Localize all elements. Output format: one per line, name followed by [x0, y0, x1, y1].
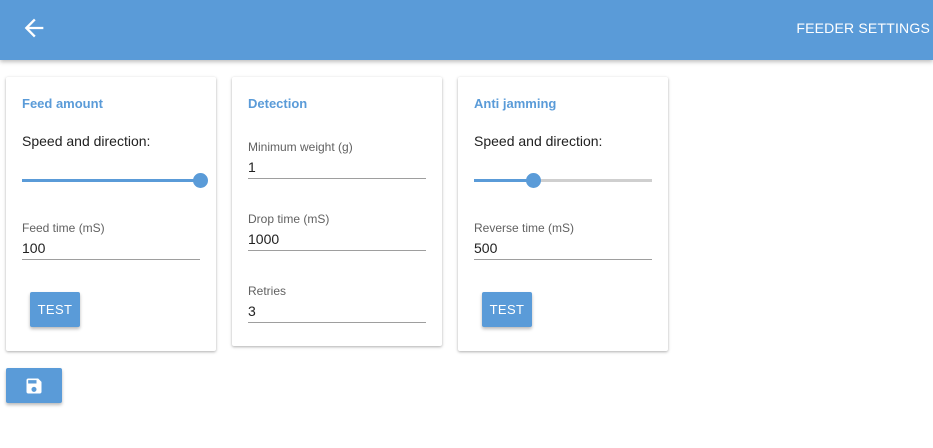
arrow-left-icon — [24, 18, 44, 38]
card-title: Anti jamming — [474, 96, 557, 111]
drop-time-label: Drop time (mS) — [248, 212, 330, 226]
speed-direction-label: Speed and direction: — [22, 133, 151, 149]
feed-test-button[interactable]: TEST — [30, 292, 80, 327]
feed-time-field: Feed time (mS) — [22, 221, 200, 265]
slider-fill — [474, 179, 533, 182]
minimum-weight-input[interactable] — [248, 156, 426, 179]
reverse-time-field: Reverse time (mS) — [474, 221, 652, 265]
retries-input[interactable] — [248, 300, 426, 323]
reverse-time-input[interactable] — [474, 237, 652, 260]
card-title: Detection — [248, 96, 308, 111]
slider-thumb[interactable] — [525, 173, 541, 188]
minimum-weight-label: Minimum weight (g) — [248, 140, 353, 154]
save-button[interactable] — [6, 368, 62, 403]
anti-jam-test-button[interactable]: TEST — [482, 292, 532, 327]
slider-thumb[interactable] — [193, 173, 208, 188]
card-title: Feed amount — [22, 96, 103, 111]
reverse-time-label: Reverse time (mS) — [474, 221, 575, 235]
minimum-weight-field: Minimum weight (g) — [248, 140, 426, 184]
retries-field: Retries — [248, 284, 426, 328]
drop-time-input[interactable] — [248, 228, 426, 251]
feed-speed-slider[interactable] — [22, 173, 208, 189]
anti-jamming-card: Anti jamming Speed and direction: Revers… — [458, 77, 668, 351]
anti-jam-speed-slider[interactable] — [474, 173, 652, 189]
drop-time-field: Drop time (mS) — [248, 212, 426, 256]
slider-fill — [22, 179, 200, 182]
feed-amount-card: Feed amount Speed and direction: Feed ti… — [6, 77, 216, 351]
feed-time-label: Feed time (mS) — [22, 221, 105, 235]
back-button[interactable] — [20, 14, 48, 42]
feed-time-input[interactable] — [22, 237, 200, 260]
speed-direction-label: Speed and direction: — [474, 133, 603, 149]
detection-card: Detection Minimum weight (g) Drop time (… — [232, 77, 442, 346]
page-title: FEEDER SETTINGS — [796, 20, 930, 36]
app-bar: FEEDER SETTINGS — [0, 0, 933, 60]
floppy-disk-icon — [26, 378, 42, 394]
retries-label: Retries — [248, 284, 287, 298]
